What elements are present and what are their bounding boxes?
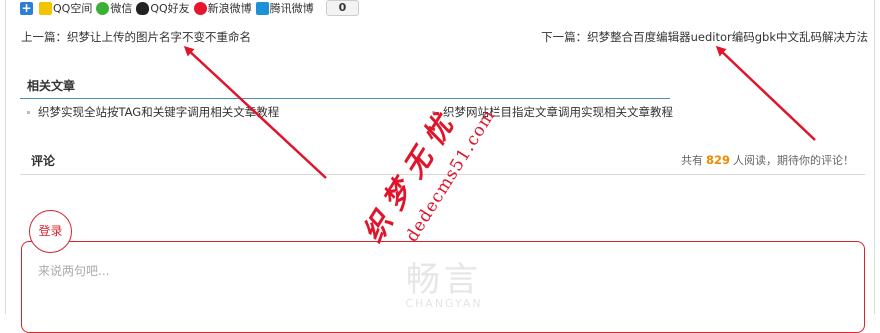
changyan-logo-en: CHANGYAN (405, 297, 483, 310)
qq-icon (136, 1, 150, 15)
qzone-icon (39, 1, 52, 15)
arrow-to-next (715, 45, 816, 141)
related-divider (20, 98, 670, 99)
read-count: 829 (705, 153, 730, 167)
bullet-icon (27, 110, 30, 114)
count-suffix: 人阅读，期待你的评论！ (733, 154, 854, 167)
login-button[interactable]: 登录 (29, 210, 72, 253)
related-item-label: 织梦实现全站按TAG和关键字调用相关文章教程 (38, 105, 280, 119)
count-prefix: 共有 (680, 154, 703, 167)
related-title: 相关文章 (27, 79, 76, 93)
share-count: 0 (325, 0, 360, 16)
changyan-logo-zh: 畅言 (406, 260, 482, 300)
share-wechat[interactable]: 微信 (96, 0, 132, 16)
comment-placeholder: 来说两句吧... (38, 264, 110, 278)
share-weibo-label: 新浪微博 (207, 2, 252, 15)
wechat-icon (96, 1, 110, 15)
next-article-link[interactable]: 下一篇：织梦整合百度编辑器ueditor编码gbk中文乱码解决方法 (541, 29, 868, 45)
share-weibo[interactable]: 新浪微博 (193, 0, 252, 16)
share-bar: + QQ空间 微信 QQ好友 新浪微博 腾讯微博 0 (20, 0, 360, 16)
weibo-icon (193, 1, 207, 15)
share-tencent-weibo-label: 腾讯微博 (269, 2, 314, 15)
right-border (874, 0, 875, 314)
share-tencent-weibo[interactable]: 腾讯微博 (255, 0, 314, 16)
tencent-weibo-icon (255, 1, 269, 15)
share-qq-label: QQ好友 (150, 2, 190, 15)
share-qq[interactable]: QQ好友 (136, 0, 190, 16)
related-item[interactable]: 织梦实现全站按TAG和关键字调用相关文章教程 (27, 104, 279, 120)
related-item[interactable]: 织梦网站栏目指定文章调用实现相关文章教程 (432, 104, 673, 120)
prev-article-link[interactable]: 上一篇：织梦让上传的图片名字不变不重命名 (21, 29, 251, 45)
share-qzone[interactable]: QQ空间 (39, 0, 92, 16)
comment-count-text: 共有 829 人阅读，期待你的评论！ (681, 152, 854, 168)
share-wechat-label: 微信 (110, 2, 133, 15)
share-plus-icon[interactable]: + (20, 1, 33, 15)
comments-title: 评论 (31, 154, 56, 168)
changyan-logo: 畅言 CHANGYAN (394, 252, 494, 314)
left-border (5, 0, 6, 314)
share-qzone-label: QQ空间 (53, 2, 93, 15)
